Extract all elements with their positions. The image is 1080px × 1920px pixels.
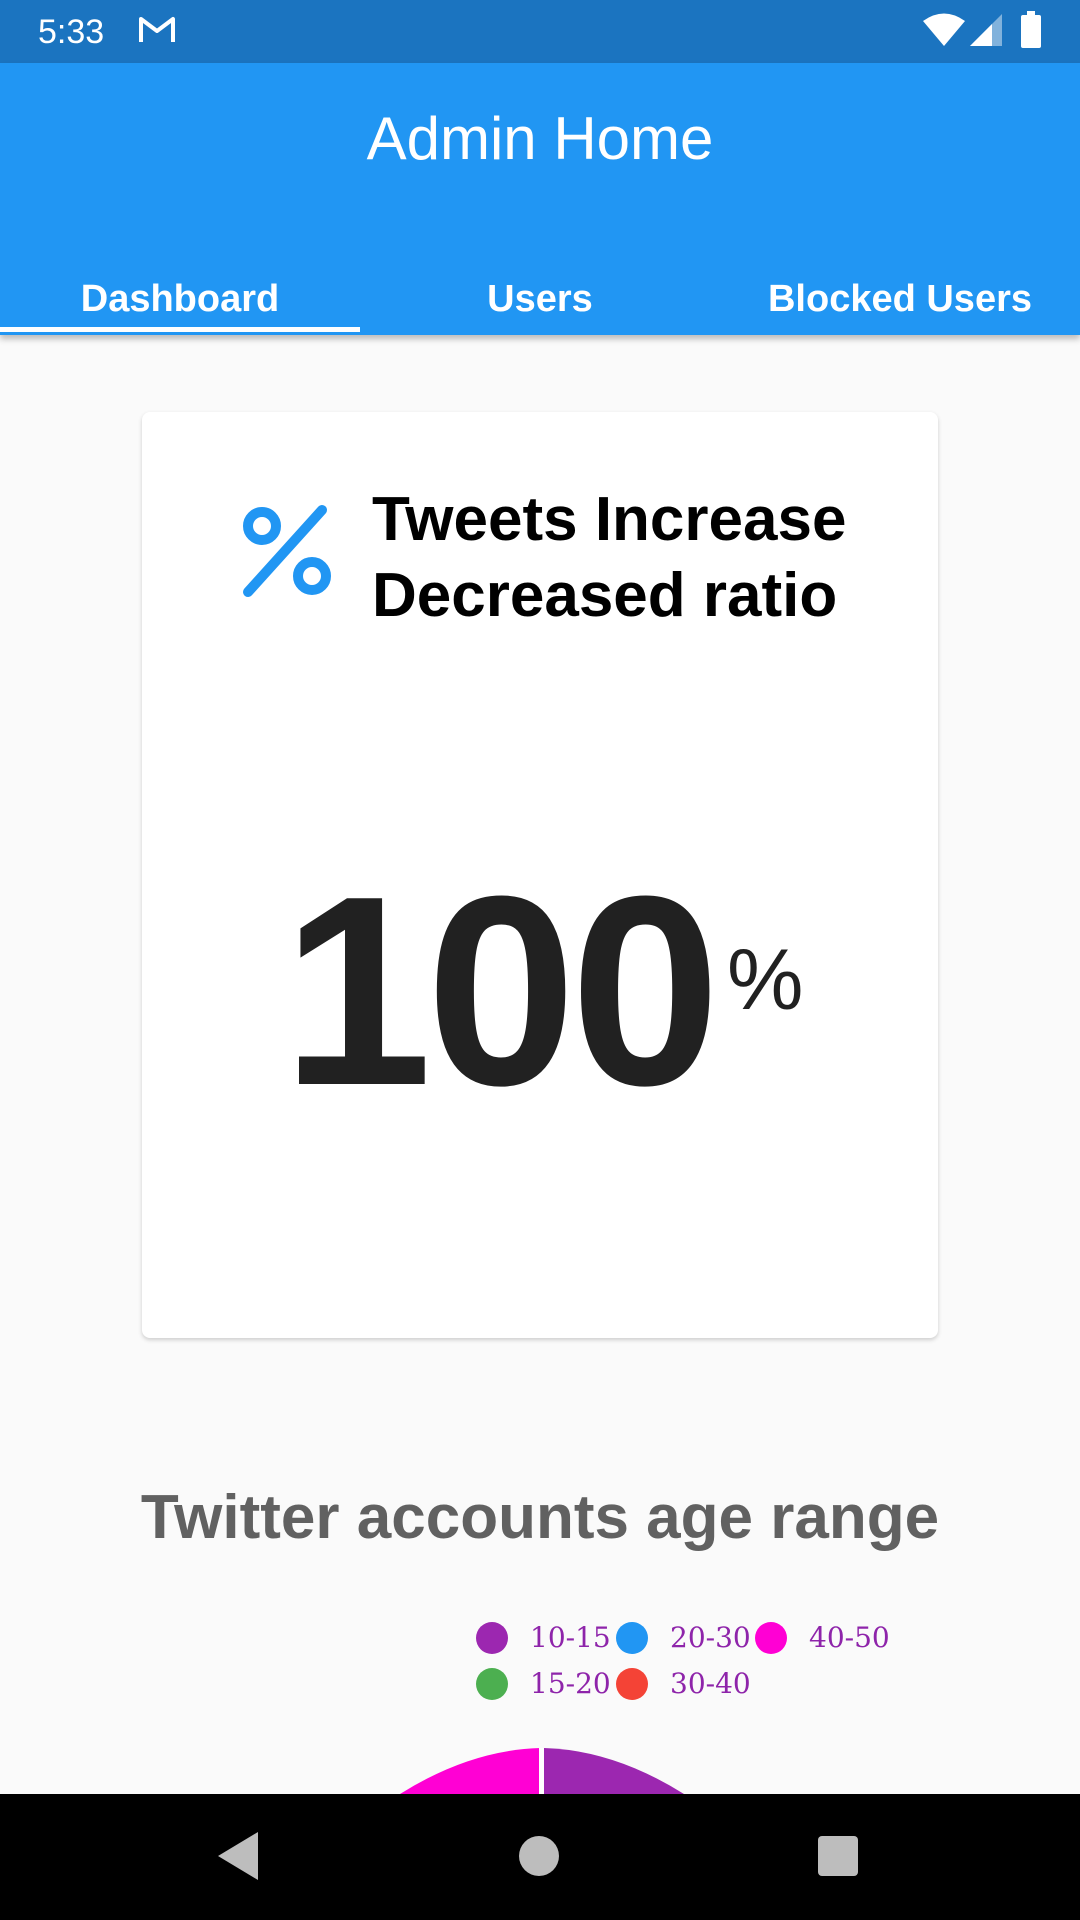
back-icon[interactable] [214, 1830, 262, 1882]
tab-indicator [0, 327, 360, 332]
legend-label: 15-20 [530, 1667, 611, 1700]
tab-bar: Dashboard Users Blocked Users [0, 267, 1080, 335]
tab-users[interactable]: Users [360, 267, 720, 335]
app-bar: Admin Home Dashboard Users Blocked Users [0, 63, 1080, 335]
legend-label: 30-40 [670, 1667, 751, 1700]
legend-label: 40-50 [809, 1621, 890, 1654]
status-bar: 5:33 [0, 0, 1080, 63]
legend-label: 10-15 [530, 1621, 611, 1654]
age-pie-chart [400, 1748, 684, 1794]
signal-icon [970, 14, 1002, 46]
tab-blocked-users[interactable]: Blocked Users [720, 267, 1080, 335]
percent-icon [243, 505, 331, 597]
chart-legend: 10-15 15-20 20-30 30-40 40-50 [476, 1616, 916, 1716]
legend-dot [755, 1622, 787, 1654]
battery-icon [1021, 11, 1041, 48]
page-title: Admin Home [366, 105, 714, 172]
tab-dashboard[interactable]: Dashboard [0, 267, 360, 335]
card-title: Tweets Increase Decreased ratio [372, 485, 847, 630]
legend-dot [476, 1622, 508, 1654]
legend-label: 20-30 [670, 1621, 751, 1654]
pie-slice-gap [539, 1748, 544, 1794]
legend-dot [476, 1668, 508, 1700]
status-time: 5:33 [38, 13, 105, 51]
ratio-value: 100 [282, 841, 720, 1142]
screen: 5:33 Admin Home Dashboard Users Blocked … [0, 0, 1080, 1920]
navigation-bar [0, 1794, 1080, 1920]
pie-slice-10-15 [544, 1748, 684, 1794]
legend-dot [616, 1622, 648, 1654]
recents-icon[interactable] [816, 1834, 860, 1878]
pie-slice-40-50 [400, 1748, 540, 1794]
gmail-icon [139, 17, 175, 42]
ratio-card: Tweets Increase Decreased ratio 100 % [142, 412, 938, 1338]
home-icon[interactable] [517, 1834, 561, 1878]
chart-title: Twitter accounts age range [140, 1483, 940, 1552]
wifi-icon [923, 13, 965, 46]
ratio-unit: % [727, 932, 804, 1028]
legend-dot [616, 1668, 648, 1700]
